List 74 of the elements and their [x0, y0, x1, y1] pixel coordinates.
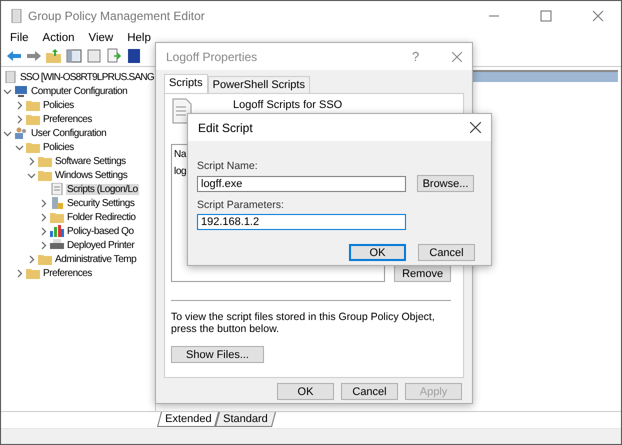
folder-up-icon[interactable]	[46, 48, 62, 64]
expand-chevron-icon[interactable]	[15, 268, 24, 278]
expand-chevron-icon[interactable]	[15, 100, 24, 110]
field-label: Script Name:	[197, 160, 259, 172]
tree-item[interactable]: SSO [WIN-OS8RT9LPRUS.SANG	[19, 72, 155, 82]
expand-chevron-icon[interactable]	[27, 156, 36, 166]
tree-item[interactable]: Computer Configuration	[30, 86, 128, 96]
expand-chevron-icon[interactable]	[15, 114, 24, 124]
tree-item[interactable]: Policies	[42, 100, 75, 110]
document-icon	[50, 183, 64, 195]
folder-icon	[50, 211, 64, 223]
tab[interactable]: Extended	[157, 412, 220, 427]
collapse-chevron-icon[interactable]	[15, 142, 24, 152]
expand-chevron-icon[interactable]	[39, 226, 48, 236]
dialog-title: Edit Script	[198, 120, 254, 134]
dialog-button[interactable]: Cancel	[341, 383, 398, 400]
tab[interactable]: Standard	[215, 412, 276, 427]
folder-icon	[26, 99, 40, 111]
printer-icon	[50, 239, 64, 251]
expand-chevron-icon[interactable]	[39, 240, 48, 250]
folder-icon	[26, 267, 40, 279]
tree-item[interactable]: User Configuration	[30, 128, 108, 138]
tree-item[interactable]: Software Settings	[54, 156, 127, 166]
tree-item[interactable]: Windows Settings	[54, 170, 128, 180]
list-row[interactable]: log	[174, 166, 186, 177]
folder-icon	[38, 253, 52, 265]
collapse-chevron-icon[interactable]	[3, 86, 12, 96]
folder-icon	[38, 155, 52, 167]
expand-chevron-icon[interactable]	[27, 254, 36, 264]
input-field[interactable]: logff.exe	[197, 176, 406, 192]
column-header: Na	[174, 149, 186, 160]
pane-icon[interactable]	[66, 48, 82, 64]
collapse-chevron-icon[interactable]	[3, 128, 12, 138]
tree-item[interactable]: Administrative Temp	[54, 254, 138, 264]
instruction-text: To view the script files stored in this Group Policy Object, press the button below.	[171, 311, 436, 335]
dialog-button[interactable]: OK	[277, 383, 334, 400]
tab[interactable]: PowerShell Scripts	[208, 76, 310, 93]
forward-arrow-icon[interactable]	[26, 48, 42, 64]
dialog-button[interactable]: OK	[349, 244, 406, 261]
folder-icon	[26, 141, 40, 153]
tree-item[interactable]: Scripts (Logon/Lo	[66, 184, 139, 194]
folder-icon	[26, 113, 40, 125]
remove-button[interactable]: Remove	[394, 265, 451, 282]
dialog-title: Logoff Properties	[166, 50, 258, 64]
collapse-chevron-icon[interactable]	[27, 170, 36, 180]
users-icon	[14, 127, 28, 139]
computer-icon	[14, 85, 28, 97]
tree-item[interactable]: Security Settings	[66, 198, 136, 208]
close-icon[interactable]	[470, 122, 481, 133]
browse-button[interactable]: Browse...	[417, 175, 474, 192]
menu-item[interactable]: Help	[127, 32, 151, 44]
menu-item[interactable]: File	[10, 32, 29, 44]
tree-item[interactable]: Preferences	[42, 268, 93, 278]
tree-item[interactable]: Policy-based Qo	[66, 226, 135, 236]
tree-item[interactable]: Policies	[42, 142, 75, 152]
dialog-button[interactable]: Cancel	[418, 244, 475, 261]
heading: Logoff Scripts for SSO	[233, 99, 342, 111]
tree-item[interactable]: Folder Redirectio	[66, 212, 136, 222]
menu-item[interactable]: View	[88, 32, 114, 44]
tree-item[interactable]: Deployed Printer	[66, 240, 136, 250]
help-button[interactable]: ?	[412, 49, 442, 64]
input-field[interactable]: 192.168.1.2	[197, 214, 406, 230]
folder-icon	[38, 169, 52, 181]
menu-item[interactable]: Action	[42, 32, 74, 44]
tree-item[interactable]: Preferences	[42, 114, 93, 124]
show-files-button[interactable]: Show Files...	[171, 346, 264, 363]
expand-chevron-icon[interactable]	[39, 198, 48, 208]
window-title: Group Policy Management Editor	[28, 8, 206, 22]
expand-chevron-icon[interactable]	[39, 212, 48, 222]
tab[interactable]: Scripts	[164, 74, 208, 93]
back-arrow-icon[interactable]	[6, 48, 22, 64]
bar-chart-icon	[50, 225, 64, 237]
field-label: Script Parameters:	[197, 199, 285, 211]
server-lock-icon	[50, 197, 64, 209]
